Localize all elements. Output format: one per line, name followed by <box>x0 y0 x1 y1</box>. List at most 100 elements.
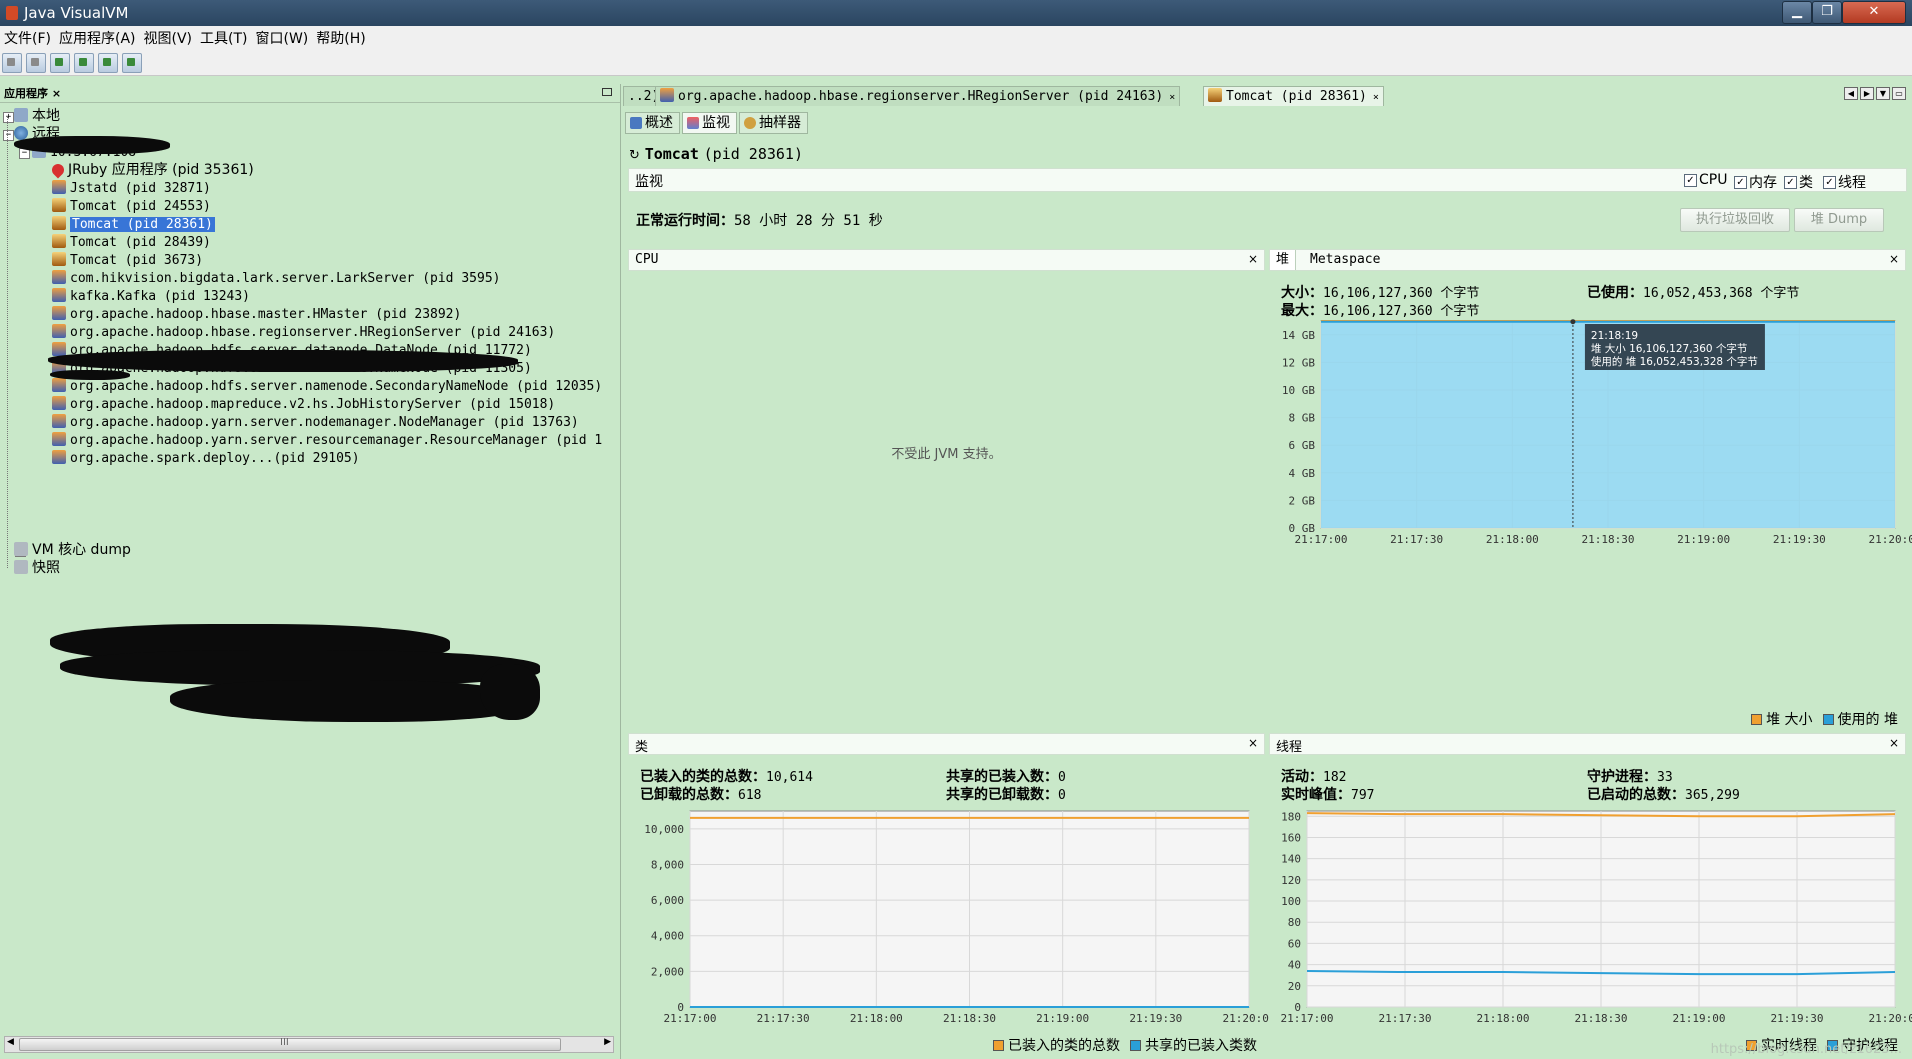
java-icon <box>52 270 66 284</box>
load-dump-icon[interactable] <box>2 52 22 73</box>
tree-node-process[interactable]: Tomcat (pid 28361) <box>52 214 215 234</box>
tree-node-process[interactable]: Tomcat (pid 3673) <box>52 250 203 270</box>
tab-metaspace[interactable]: Metaspace <box>1310 252 1380 267</box>
x-tick-label: 21:19:30 <box>1773 533 1826 546</box>
menu-file[interactable]: 文件(F) <box>0 28 55 48</box>
y-tick-label: 120 <box>1281 874 1301 887</box>
scrollbar-thumb[interactable]: III <box>19 1037 561 1051</box>
legend-swatch-heap-size <box>1751 713 1763 725</box>
x-tick-label: 21:19:00 <box>1677 533 1730 546</box>
applications-panel: 应用程序 × +本地−远程−10.3.67.108JRuby 应用程序 (pid… <box>0 84 621 1059</box>
doc-tab-tomcat[interactable]: Tomcat (pid 28361) × <box>1203 86 1384 106</box>
maximize-button[interactable]: ❐ <box>1812 1 1842 24</box>
tab-overview[interactable]: 概述 <box>625 112 680 134</box>
menu-application[interactable]: 应用程序(A) <box>55 28 140 48</box>
y-tick-label: 100 <box>1281 895 1301 908</box>
tree-node-process[interactable]: Tomcat (pid 24553) <box>52 196 211 216</box>
tree-node-process[interactable]: org.apache.hadoop.hbase.regionserver.HRe… <box>52 322 555 342</box>
close-icon[interactable]: × <box>1889 252 1899 266</box>
close-icon[interactable]: × <box>52 87 61 100</box>
applications-tab[interactable]: 应用程序 × <box>0 85 65 101</box>
heap-used: 已使用：16,052,453,368 个字节 <box>1587 285 1800 301</box>
uptime-label: 正常运行时间： <box>636 213 734 229</box>
horizontal-scrollbar[interactable]: ◀ III ▶ <box>4 1036 614 1053</box>
x-tick-label: 21:19:00 <box>1036 1012 1089 1025</box>
tree-node-label: org.apache.hadoop.hdfs.server.namenode.S… <box>70 379 603 394</box>
checkbox-threads[interactable]: ✓ 线程 <box>1823 172 1866 192</box>
tree-node-local[interactable]: 本地 <box>14 106 60 126</box>
tomcat-icon <box>52 252 66 266</box>
info-icon <box>630 117 642 129</box>
tab-list-icon[interactable]: ▼ <box>1876 87 1890 100</box>
y-tick-label: 20 <box>1288 980 1301 993</box>
tree-node-process[interactable]: com.hikvision.bigdata.lark.server.LarkSe… <box>52 268 500 288</box>
tab-heap[interactable]: 堆 <box>1270 250 1297 270</box>
y-tick-label: 8 GB <box>1289 412 1316 425</box>
classes-loaded: 已装入的类的总数：10,614 <box>640 769 813 785</box>
load-snapshot-icon[interactable] <box>26 52 46 73</box>
tree-node-process[interactable]: JRuby 应用程序 (pid 35361) <box>49 160 254 180</box>
doc-tab-hregionserver[interactable]: org.apache.hadoop.hbase.regionserver.HRe… <box>655 86 1181 106</box>
monitor-header: 监视 ✓ CPU ✓ 内存 ✓ 类 ✓ 线程 <box>628 168 1907 192</box>
minimize-panel-icon[interactable] <box>602 88 612 96</box>
uptime: 正常运行时间：58 小时 28 分 51 秒 <box>636 210 883 230</box>
cpu-panel: CPU × 不受此 JVM 支持。 <box>628 249 1265 729</box>
tree-node-label: com.hikvision.bigdata.lark.server.LarkSe… <box>70 271 501 286</box>
tree-node-process[interactable]: org.apache.hadoop.hbase.master.HMaster (… <box>52 304 461 324</box>
tree-node-vm-core-dump[interactable]: VM 核心 dump <box>14 540 131 560</box>
close-window-button[interactable]: ✕ <box>1842 1 1906 24</box>
applications-panel-header: 应用程序 × <box>0 84 620 103</box>
tree-node-process[interactable]: org.apache.spark.deploy...(pid 29105) <box>52 448 360 468</box>
tooltip-line: 使用的 堆 16,052,453,328 个字节 <box>1591 355 1758 368</box>
add-jmx-icon[interactable] <box>74 52 94 73</box>
threads-daemon: 守护进程：33 <box>1587 769 1673 785</box>
scroll-right-icon[interactable]: ▶ <box>604 1037 611 1047</box>
close-icon[interactable]: × <box>1248 736 1258 750</box>
menu-view[interactable]: 视图(V) <box>140 28 197 48</box>
add-snapshot-icon[interactable] <box>98 52 118 73</box>
tree-node-process[interactable]: Jstatd (pid 32871) <box>52 178 211 198</box>
expand-local-icon[interactable]: + <box>3 112 14 123</box>
tree-node-process[interactable]: org.apache.hadoop.yarn.server.resourcema… <box>52 430 602 450</box>
tree-node-label: Tomcat (pid 28361) <box>70 217 215 232</box>
tree-node-process[interactable]: org.apache.hadoop.mapreduce.v2.hs.JobHis… <box>52 394 555 414</box>
process-pid: (pid 28361) <box>703 145 803 163</box>
tree-node-process[interactable]: org.apache.hadoop.yarn.server.nodemanage… <box>52 412 579 432</box>
minimize-button[interactable]: ▁ <box>1782 1 1812 24</box>
close-tab-icon[interactable]: × <box>1373 92 1379 103</box>
tree-node-snapshots[interactable]: 快照 <box>14 558 60 578</box>
checkbox-memory[interactable]: ✓ 内存 <box>1734 172 1777 192</box>
menu-window[interactable]: 窗口(W) <box>252 28 313 48</box>
heap-dump-button[interactable]: 堆 Dump <box>1794 208 1884 232</box>
menu-tools[interactable]: 工具(T) <box>196 28 251 48</box>
perform-gc-button[interactable]: 执行垃圾回收 <box>1680 208 1790 232</box>
checkbox-cpu[interactable]: ✓ CPU <box>1684 172 1727 188</box>
tab-scroll-right-icon[interactable]: ▶ <box>1860 87 1874 100</box>
add-coredump-icon[interactable] <box>122 52 142 73</box>
y-tick-label: 10 GB <box>1282 384 1315 397</box>
add-host-icon[interactable] <box>50 52 70 73</box>
tree-node-process[interactable]: org.apache.hadoop.hdfs.server.namenode.S… <box>52 376 602 396</box>
tab-monitor[interactable]: 监视 <box>682 112 737 134</box>
classes-panel-title: 类 <box>635 740 649 755</box>
checkbox-classes[interactable]: ✓ 类 <box>1784 172 1813 192</box>
close-icon[interactable]: × <box>1248 252 1258 266</box>
close-icon[interactable]: × <box>1889 736 1899 750</box>
tree-node-label: kafka.Kafka (pid 13243) <box>70 289 251 304</box>
close-tab-icon[interactable]: × <box>1169 92 1175 103</box>
x-tick-label: 21:17:30 <box>757 1012 810 1025</box>
legend-swatch-heap-used <box>1822 713 1834 725</box>
refresh-icon: ↻ <box>629 148 640 163</box>
tab-sampler[interactable]: 抽样器 <box>739 112 808 134</box>
tab-scroll-left-icon[interactable]: ◀ <box>1844 87 1858 100</box>
maximize-doc-icon[interactable]: ▭ <box>1892 87 1906 100</box>
menu-help[interactable]: 帮助(H) <box>312 28 369 48</box>
scroll-left-icon[interactable]: ◀ <box>7 1037 14 1047</box>
collapse-remote-icon[interactable]: − <box>3 130 14 141</box>
tree-node-process[interactable]: kafka.Kafka (pid 13243) <box>52 286 250 306</box>
y-tick-label: 140 <box>1281 853 1301 866</box>
y-tick-label: 160 <box>1281 831 1301 844</box>
tree-node-process[interactable]: Tomcat (pid 28439) <box>52 232 211 252</box>
tomcat-icon <box>52 198 66 212</box>
computer-icon <box>14 108 28 122</box>
